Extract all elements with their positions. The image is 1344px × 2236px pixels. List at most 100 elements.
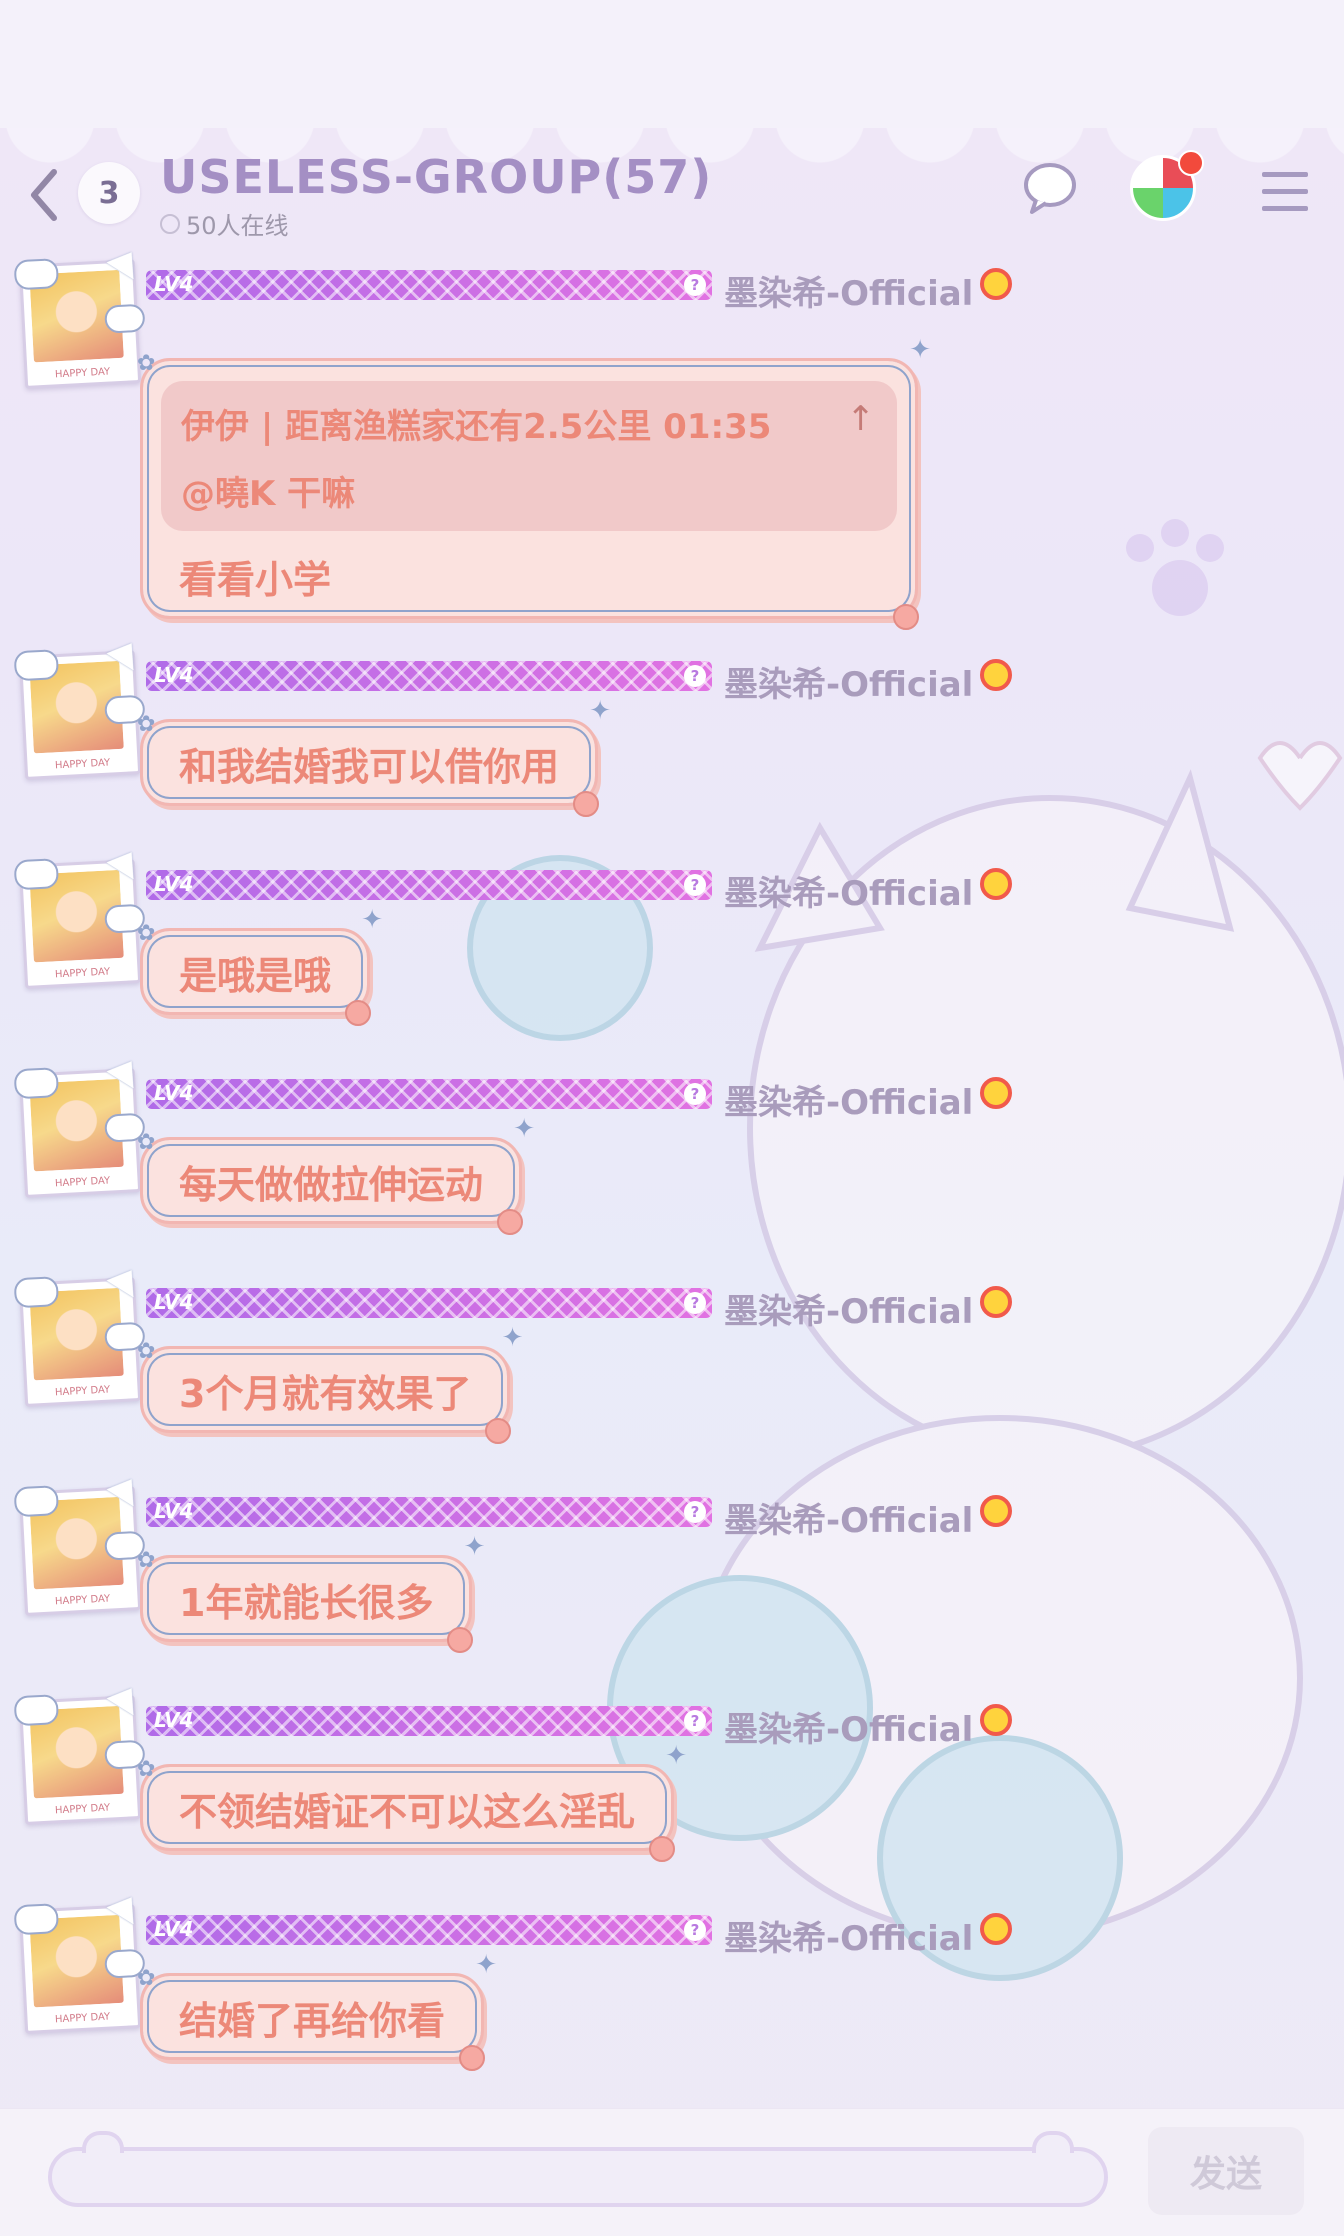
chat-button[interactable] xyxy=(1020,158,1080,222)
hamburger-menu-icon xyxy=(1262,172,1308,211)
unread-count-badge[interactable]: 3 xyxy=(78,162,140,224)
level-badge[interactable]: LV4 ? xyxy=(146,1497,712,1527)
message-bubble[interactable]: ✿ ✦ 结婚了再给你看 xyxy=(137,1950,497,2071)
chat-header: 3 USELESS-GROUP(57) 50人在线 xyxy=(0,150,1344,260)
notification-dot xyxy=(1178,150,1204,176)
user-avatar[interactable]: HAPPY DAY xyxy=(13,1888,146,2034)
cloud-decoration xyxy=(13,1485,60,1518)
menu-button[interactable] xyxy=(1260,170,1310,218)
quoted-text: @曉K 干嘛 xyxy=(181,474,356,514)
bow-decoration: ✿ xyxy=(137,351,156,376)
send-button[interactable]: 发送 xyxy=(1148,2127,1304,2215)
cloud-decoration xyxy=(13,1276,60,1309)
message-bubble[interactable]: ✿ ✦ 和我结婚我可以借你用 xyxy=(137,696,611,817)
bow-decoration: ✦ xyxy=(475,1950,498,1980)
username[interactable]: 墨染希-Official xyxy=(724,266,973,315)
message-text: 每天做做拉伸运动 xyxy=(179,1163,484,1207)
question-icon: ? xyxy=(684,1919,706,1941)
message-text: 看看小学 xyxy=(179,558,332,602)
bow-decoration: ✿ xyxy=(137,1548,156,1573)
bow-decoration: ✿ xyxy=(137,1339,156,1364)
online-status: 50人在线 xyxy=(160,206,289,241)
level-label: LV4 xyxy=(154,1917,194,1941)
online-indicator-icon xyxy=(160,213,180,234)
avatar-caption: HAPPY DAY xyxy=(54,1802,111,1817)
message-bubble[interactable]: ✿ ✦ 每天做做拉伸运动 xyxy=(137,1114,535,1235)
level-badge[interactable]: LV4 ? xyxy=(146,1706,712,1736)
message-text: 和我结婚我可以借你用 xyxy=(179,745,560,789)
message-text: 3个月就有效果了 xyxy=(179,1372,472,1416)
smiley-face-icon xyxy=(980,659,1012,691)
cloud-decoration xyxy=(13,649,60,682)
level-label: LV4 xyxy=(154,663,194,687)
user-avatar[interactable]: HAPPY DAY xyxy=(13,1679,146,1825)
cloud-decoration xyxy=(13,258,60,291)
smiley-face-icon xyxy=(980,1495,1012,1527)
username[interactable]: 墨染希-Official xyxy=(724,1702,973,1751)
question-icon: ? xyxy=(684,1292,706,1314)
question-icon: ? xyxy=(684,274,706,296)
group-title[interactable]: USELESS-GROUP(57) xyxy=(160,150,712,204)
cloud-decoration xyxy=(13,1694,60,1727)
username[interactable]: 墨染希-Official xyxy=(724,657,973,706)
bow-decoration: ✦ xyxy=(909,335,931,365)
flower-decoration xyxy=(345,1000,372,1026)
username[interactable]: 墨染希-Official xyxy=(724,866,973,915)
flower-decoration xyxy=(497,1209,524,1235)
chevron-left-icon xyxy=(31,169,57,221)
flower-decoration xyxy=(893,604,919,630)
cloud-decoration xyxy=(104,303,146,334)
user-avatar[interactable]: HAPPY DAY xyxy=(13,1052,146,1198)
level-label: LV4 xyxy=(154,1708,194,1732)
level-badge[interactable]: LV4 ? xyxy=(146,1079,712,1109)
online-count: 50人在线 xyxy=(186,212,289,240)
message-input[interactable] xyxy=(48,2131,1108,2207)
avatar-caption: HAPPY DAY xyxy=(54,966,111,981)
arrow-up-icon[interactable]: ↑ xyxy=(847,399,876,439)
user-avatar[interactable]: HAPPY DAY xyxy=(13,1261,146,1407)
level-label: LV4 xyxy=(154,1499,194,1523)
level-badge[interactable]: LV4 ? xyxy=(146,1288,712,1318)
level-label: LV4 xyxy=(154,1290,194,1314)
message-bubble[interactable]: ✿ ✦ 是哦是哦 xyxy=(137,905,383,1026)
flower-decoration xyxy=(459,2045,486,2071)
message-text: 不领结婚证不可以这么淫乱 xyxy=(179,1790,636,1834)
bow-decoration: ✿ xyxy=(137,1966,156,1991)
username[interactable]: 墨染希-Official xyxy=(724,1911,973,1960)
username[interactable]: 墨染希-Official xyxy=(724,1075,973,1124)
smiley-face-icon xyxy=(980,868,1012,900)
level-label: LV4 xyxy=(154,272,194,296)
bow-decoration: ✦ xyxy=(665,1741,688,1771)
username[interactable]: 墨染希-Official xyxy=(724,1493,973,1542)
question-icon: ? xyxy=(684,1083,706,1105)
level-badge[interactable]: LV4 ? xyxy=(146,870,712,900)
quoted-message[interactable]: 伊伊 | 距离渔糕家还有2.5公里 01:35 @曉K 干嘛 ↑ xyxy=(161,381,897,531)
level-badge[interactable]: LV4 ? xyxy=(146,270,712,300)
user-avatar[interactable]: HAPPY DAY xyxy=(13,843,146,989)
user-avatar[interactable]: HAPPY DAY xyxy=(13,243,146,389)
cloud-decoration xyxy=(13,858,60,891)
user-avatar[interactable]: HAPPY DAY xyxy=(13,1470,146,1616)
bow-decoration: ✦ xyxy=(501,1323,524,1353)
smiley-face-icon xyxy=(980,1913,1012,1945)
message-bubble[interactable]: ✿ ✦ 3个月就有效果了 xyxy=(137,1323,523,1444)
message-bubble[interactable]: ✿ ✦ 伊伊 | 距离渔糕家还有2.5公里 01:35 @曉K 干嘛 ↑ 看看小… xyxy=(137,335,931,630)
message-bubble[interactable]: ✿ ✦ 不领结婚证不可以这么淫乱 xyxy=(137,1741,687,1862)
flower-decoration xyxy=(649,1836,676,1862)
question-icon: ? xyxy=(684,1501,706,1523)
message-bubble[interactable]: ✿ ✦ 1年就能长很多 xyxy=(137,1532,485,1653)
user-avatar[interactable]: HAPPY DAY xyxy=(13,634,146,780)
smiley-face-icon xyxy=(980,268,1012,300)
bow-decoration: ✦ xyxy=(361,905,384,935)
username[interactable]: 墨染希-Official xyxy=(724,1284,973,1333)
level-badge[interactable]: LV4 ? xyxy=(146,1915,712,1945)
avatar-caption: HAPPY DAY xyxy=(54,1593,111,1608)
cloud-decoration xyxy=(13,1903,60,1936)
level-label: LV4 xyxy=(154,872,194,896)
level-badge[interactable]: LV4 ? xyxy=(146,661,712,691)
avatar-caption: HAPPY DAY xyxy=(54,757,111,772)
message-text: 1年就能长很多 xyxy=(179,1581,434,1625)
avatar-caption: HAPPY DAY xyxy=(54,1384,111,1399)
back-button[interactable] xyxy=(20,160,70,230)
cloud-decoration xyxy=(13,1067,60,1100)
